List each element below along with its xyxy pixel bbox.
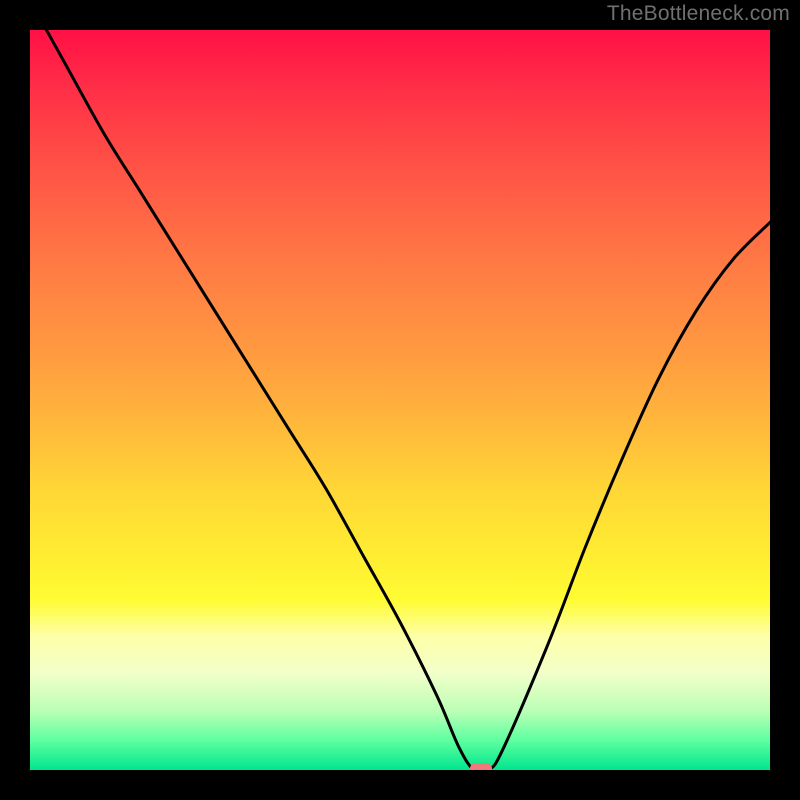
optimal-marker	[470, 763, 492, 770]
attribution-text: TheBottleneck.com	[607, 2, 790, 26]
plot-area	[30, 30, 770, 770]
curve-path	[30, 30, 770, 770]
chart-frame: TheBottleneck.com	[0, 0, 800, 800]
bottleneck-curve	[30, 30, 770, 770]
